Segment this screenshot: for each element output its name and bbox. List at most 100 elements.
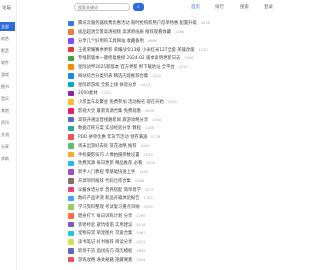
post-thumbnail-icon (68, 221, 74, 228)
sidebar-item[interactable]: 综合 (0, 34, 15, 43)
list-item[interactable]: 数码产品评测 新品开箱体验报告 1765 (16, 194, 268, 203)
post-meta: 2300 (167, 100, 177, 105)
list-item[interactable]: 新手入门教程 零基础快速上手 1450 (16, 168, 268, 177)
list-item[interactable]: 读书笔记 好书推荐 阅读分享 0721 (16, 238, 268, 247)
post-meta: 3021 (144, 187, 155, 192)
list-item[interactable]: 开源项目推荐 代码仓库合集 0988 (16, 177, 268, 186)
post-title[interactable]: 新手入门教程 零基础快速上手 (78, 169, 135, 175)
list-item[interactable]: 健身打卡 每日训练计划 分享 2290 (16, 212, 268, 221)
list-item[interactable]: 星际新游戏 全新上线 体验分享 0410 (16, 80, 268, 89)
post-title[interactable]: 星际新游戏 全新上线 体验分享 (78, 82, 137, 88)
list-item[interactable]: 专线新版本一键修复维修 2024-02 版本说明更新日志 5630 (16, 54, 268, 63)
post-title[interactable]: 星际战甲2025新版本 官方更新 附下载地址 全平台 (78, 64, 175, 70)
sidebar: 论坛 全部综合影音软件游戏图书音乐其他资讯交流分享求助 (0, 0, 17, 270)
list-item[interactable]: 极品超清全景高清视频 高清原画质 推荐观看收藏 1288 (16, 28, 268, 37)
post-title[interactable]: 分享几个好用的工具网站 收藏备用 (78, 38, 144, 44)
post-thumbnail-icon (68, 143, 74, 149)
list-item[interactable]: 王者荣耀赛季更新 荣耀战令13级 小米红米12T全套 英雄改版 1130 (16, 45, 268, 54)
list-item[interactable]: 腾讯云服务器续费优惠活动 限时抢购新用户首单特惠 配置升级 4456 (16, 19, 268, 28)
post-title[interactable]: 极品超清全景高清视频 高清原画质 推荐观看收藏 (78, 29, 171, 35)
post-meta: 0612 (146, 161, 156, 166)
list-item[interactable]: 2000素材 1230 (16, 89, 268, 98)
post-title[interactable]: 影视大全 最新资源合集 免费观看 (78, 108, 141, 114)
list-item[interactable]: 周末出游好去处 赏花攻略 推荐 4100 (16, 142, 268, 151)
nav-home[interactable]: 首页 (191, 4, 200, 10)
list-item[interactable]: 小黑盒车友聚会 免费参加 活动报名 现在开始 2300 (16, 98, 268, 107)
list-item[interactable]: 宠物日常 萌宠图片 可爱合集 3987 (16, 229, 268, 238)
post-meta: 2033 (143, 152, 153, 157)
post-title[interactable]: 装修经验 避坑指南 实用建议 (78, 222, 132, 228)
list-item[interactable]: 分享几个好用的工具网站 收藏备用 9866 (16, 37, 268, 46)
post-title[interactable]: 专线新版本一键修复维修 2024-02 版本说明更新日志 (78, 55, 180, 61)
post-title[interactable]: 职场干货 面试技巧 简历模板 (78, 248, 132, 254)
post-thumbnail-icon (68, 108, 74, 114)
search-icon[interactable]: ⌕ (133, 3, 144, 11)
sidebar-item[interactable]: 资讯 (0, 118, 15, 127)
list-item[interactable]: 免费资源 每日更新 精品推荐 必看 0612 (16, 159, 268, 168)
post-title[interactable]: 学习资料整理 考试复习重点归纳 (78, 204, 140, 210)
post-meta: 4456 (200, 21, 210, 26)
list-item[interactable]: 数据迁移方案 实战经验分享 教程 1188 (16, 124, 268, 133)
post-thumbnail-icon (68, 230, 74, 237)
post-list: 腾讯云服务器续费优惠活动 限时抢购新用户首单特惠 配置升级 4456 极品超清全景高… (16, 19, 268, 270)
post-title[interactable]: 免费资源 每日更新 精品推荐 必看 (78, 160, 142, 166)
post-title[interactable]: 2000素材 (78, 90, 98, 96)
sidebar-item[interactable]: 求助 (0, 154, 15, 163)
nav-login[interactable]: 登录 (264, 4, 273, 10)
post-thumbnail-icon (68, 55, 74, 62)
post-meta: 1765 (143, 196, 153, 201)
post-title[interactable]: 数码产品评测 新品开箱体验报告 (78, 195, 140, 201)
post-title[interactable]: 网站综合分类列表 精选内容推荐合集 (78, 73, 148, 79)
post-thumbnail-icon (68, 81, 74, 88)
post-title[interactable]: PDD 拼单优惠 年货节活动 领券满减 (78, 134, 147, 140)
list-item[interactable]: PDD 拼单优惠 年货节活动 领券满减 0776 (16, 133, 268, 142)
post-title[interactable]: 周末出游好去处 赏花攻略 推荐 (78, 143, 137, 149)
list-item[interactable]: 手机摄影技巧 人像拍摄参数设置 2033 (16, 150, 268, 159)
sidebar-item[interactable]: 图书 (0, 82, 15, 91)
sidebar-item[interactable]: 分享 (0, 142, 15, 151)
list-item[interactable]: 早餐食谱分享 营养搭配 简单易学 3021 (16, 185, 268, 194)
sidebar-item[interactable]: 交流 (0, 130, 15, 139)
list-item[interactable]: 职场干货 面试技巧 简历模板 1892 (16, 247, 268, 256)
list-item[interactable]: 学习资料整理 考试复习重点归纳 0543 (16, 203, 268, 212)
post-meta: 1892 (136, 248, 146, 253)
post-title[interactable]: 手机摄影技巧 人像拍摄参数设置 (78, 152, 140, 158)
post-title[interactable]: 游戏攻略 通关秘籍 隐藏要素 (78, 257, 132, 263)
post-thumbnail-icon (68, 169, 74, 175)
post-meta: 1288 (174, 30, 185, 35)
post-meta: 0543 (143, 205, 153, 210)
post-meta: 2210 (178, 65, 188, 70)
nav-search[interactable]: 搜索 (240, 4, 249, 10)
sidebar-item[interactable]: 游戏 (0, 70, 15, 79)
post-thumbnail-icon (68, 125, 74, 132)
post-thumbnail-icon (68, 160, 74, 167)
post-title[interactable]: 读书笔记 好书推荐 阅读分享 (78, 239, 132, 245)
sidebar-item[interactable]: 其他 (0, 106, 15, 115)
sidebar-item[interactable]: 全部 (0, 22, 15, 31)
post-meta: 0899 (144, 108, 155, 113)
list-item[interactable]: 装修经验 避坑指南 实用建议 1134 (16, 220, 268, 229)
sidebar-item[interactable]: 软件 (0, 58, 15, 67)
list-item[interactable]: 星际战甲2025新版本 官方更新 附下载地址 全平台 2210 (16, 63, 268, 72)
post-thumbnail-icon (68, 73, 74, 79)
post-title[interactable]: 宠物日常 萌宠图片 可爱合集 (78, 230, 132, 236)
sidebar-item[interactable]: 音乐 (0, 94, 15, 103)
search-input[interactable] (74, 3, 130, 11)
sidebar-item[interactable]: 影音 (0, 46, 15, 55)
post-title[interactable]: 开源项目推荐 代码仓库合集 (78, 178, 131, 184)
nav-ranking[interactable]: 排行 (215, 4, 224, 10)
post-meta: 1188 (144, 126, 155, 131)
list-item[interactable]: 高铁开通运营线路新闻 旅游攻略分享 3345 (16, 115, 268, 124)
list-item[interactable]: 网站综合分类列表 精选内容推荐合集 1020 (16, 72, 268, 81)
post-title[interactable]: 早餐食谱分享 营养搭配 简单易学 (78, 187, 141, 193)
post-title[interactable]: 王者荣耀赛季更新 荣耀战令13级 小米红米12T全套 英雄改版 (78, 47, 194, 53)
post-title[interactable]: 腾讯云服务器续费优惠活动 限时抢购新用户首单特惠 配置升级 (78, 20, 197, 26)
post-title[interactable]: 小黑盒车友聚会 免费参加 活动报名 现在开始 (78, 99, 164, 105)
post-title[interactable]: 数据迁移方案 实战经验分享 教程 (78, 125, 141, 131)
list-item[interactable]: 游戏攻略 通关秘籍 隐藏要素 2654 (16, 255, 268, 264)
post-meta: 3987 (136, 231, 146, 236)
site-logo[interactable]: 论坛 (2, 5, 11, 11)
post-title[interactable]: 健身打卡 每日训练计划 分享 (78, 213, 132, 219)
post-title[interactable]: 高铁开通运营线路新闻 旅游攻略分享 (78, 117, 148, 123)
list-item[interactable]: 影视大全 最新资源合集 免费观看 0899 (16, 107, 268, 116)
